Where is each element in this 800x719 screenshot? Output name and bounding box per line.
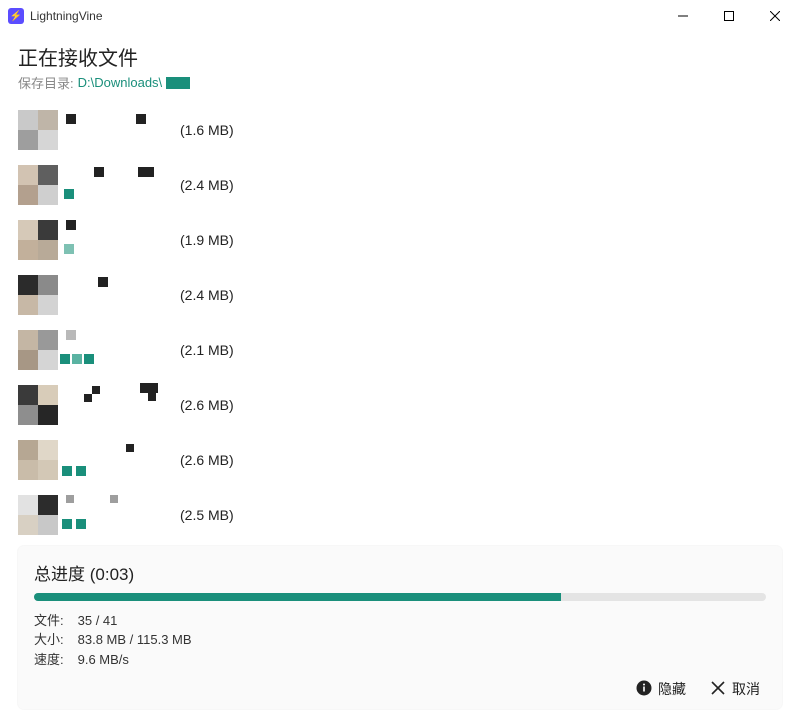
file-size: (2.5 MB) — [180, 507, 234, 523]
file-name-redacted — [66, 330, 176, 370]
app-icon: ⚡ — [8, 8, 24, 24]
file-thumbnail — [18, 220, 58, 260]
file-list: (1.6 MB) (2.4 MB) (1.9 MB) — [18, 104, 782, 541]
close-button[interactable] — [752, 1, 798, 31]
close-icon — [710, 680, 726, 699]
file-name-redacted — [66, 440, 176, 480]
cancel-label: 取消 — [732, 679, 760, 699]
progress-title-text: 总进度 — [34, 565, 85, 584]
save-dir-path[interactable]: D:\Downloads\ — [78, 75, 163, 90]
file-thumbnail — [18, 330, 58, 370]
app-title: LightningVine — [30, 9, 660, 23]
hide-button[interactable]: 隐藏 — [636, 679, 686, 699]
progress-speed: 速度: 9.6 MB/s — [34, 650, 766, 670]
actions-row: 隐藏 取消 — [34, 679, 766, 699]
file-row: (2.4 MB) — [18, 269, 782, 321]
progress-time: (0:03) — [90, 565, 134, 584]
titlebar: ⚡ LightningVine — [0, 0, 800, 32]
file-name-redacted — [66, 275, 176, 315]
cancel-button[interactable]: 取消 — [710, 679, 760, 699]
progress-bar-fill — [34, 593, 561, 601]
file-row: (2.5 MB) — [18, 489, 782, 541]
file-size: (2.6 MB) — [180, 452, 234, 468]
file-name-redacted — [66, 220, 176, 260]
file-size: (1.9 MB) — [180, 232, 234, 248]
save-dir-folder-redacted — [166, 77, 190, 89]
file-thumbnail — [18, 385, 58, 425]
progress-panel: 总进度 (0:03) 文件: 35 / 41 大小: 83.8 MB / 115… — [18, 546, 782, 710]
minimize-button[interactable] — [660, 1, 706, 31]
file-size: (2.4 MB) — [180, 177, 234, 193]
progress-size: 大小: 83.8 MB / 115.3 MB — [34, 630, 766, 650]
file-thumbnail — [18, 110, 58, 150]
file-row: (2.4 MB) — [18, 159, 782, 211]
file-row: (1.6 MB) — [18, 104, 782, 156]
progress-title: 总进度 (0:03) — [34, 560, 766, 585]
progress-files: 文件: 35 / 41 — [34, 611, 766, 631]
file-name-redacted — [66, 110, 176, 150]
file-row: (2.1 MB) — [18, 324, 782, 376]
file-row: (1.9 MB) — [18, 214, 782, 266]
window-controls — [660, 1, 798, 31]
file-name-redacted — [66, 385, 176, 425]
page-title: 正在接收文件 — [18, 42, 782, 71]
maximize-button[interactable] — [706, 1, 752, 31]
file-size: (1.6 MB) — [180, 122, 234, 138]
file-row: (2.6 MB) — [18, 379, 782, 431]
file-thumbnail — [18, 440, 58, 480]
save-directory-row: 保存目录: D:\Downloads\ — [18, 73, 782, 92]
file-size: (2.4 MB) — [180, 287, 234, 303]
hide-label: 隐藏 — [658, 679, 686, 699]
file-size: (2.6 MB) — [180, 397, 234, 413]
file-name-redacted — [66, 495, 176, 535]
info-icon — [636, 680, 652, 699]
save-dir-label: 保存目录: — [18, 73, 74, 92]
file-thumbnail — [18, 275, 58, 315]
progress-bar — [34, 593, 766, 601]
file-thumbnail — [18, 495, 58, 535]
file-name-redacted — [66, 165, 176, 205]
file-thumbnail — [18, 165, 58, 205]
file-row: (2.6 MB) — [18, 434, 782, 486]
file-size: (2.1 MB) — [180, 342, 234, 358]
